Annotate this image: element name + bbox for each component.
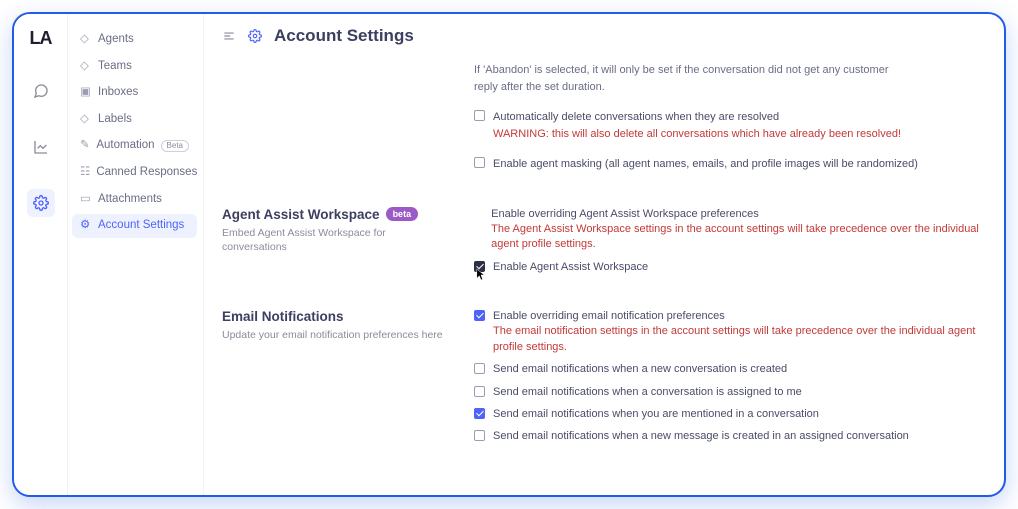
auto-delete-label: Automatically delete conversations when … <box>493 109 901 126</box>
sidebar-item-label: Account Settings <box>98 220 184 232</box>
sidebar-item-label: Canned Responses <box>96 167 197 179</box>
email-notifications-section: Email Notifications Update your email no… <box>222 275 986 445</box>
email-new-msg-checkbox[interactable] <box>474 430 485 441</box>
sidebar-item-label: Automation <box>96 140 154 152</box>
email-assigned-row: Send email notifications when a conversa… <box>474 385 986 400</box>
email-assigned-checkbox[interactable] <box>474 386 485 397</box>
teams-icon: ◇ <box>80 61 92 73</box>
sidebar-item-label: Agents <box>98 34 134 46</box>
header-gear-icon <box>248 29 262 43</box>
label-icon: ◇ <box>80 114 92 126</box>
sidebar-item-agents[interactable]: ◇ Agents <box>72 28 197 52</box>
auto-delete-warning: WARNING: this will also delete all conve… <box>493 126 901 143</box>
email-mention-checkbox[interactable] <box>474 408 485 419</box>
automation-icon: ✎ <box>80 140 90 152</box>
sidebar-item-account-settings[interactable]: ⚙ Account Settings <box>72 214 197 238</box>
aaw-enable-row: Enable Agent Assist Workspace <box>474 260 986 275</box>
aaw-enable-checkbox[interactable] <box>474 261 485 272</box>
email-override-checkbox[interactable] <box>474 310 485 321</box>
collapse-sidebar-icon[interactable] <box>222 29 236 43</box>
sidebar-item-label: Teams <box>98 61 132 73</box>
agents-icon: ◇ <box>80 34 92 46</box>
email-new-msg-label: Send email notifications when a new mess… <box>493 429 909 444</box>
sidebar-item-teams[interactable]: ◇ Teams <box>72 55 197 79</box>
sidebar-item-automation[interactable]: ✎ Automation Beta <box>72 134 197 158</box>
auto-delete-checkbox[interactable] <box>474 110 485 121</box>
main-header: Account Settings <box>204 14 1004 56</box>
aaw-override-label: Enable overriding Agent Assist Workspace… <box>491 207 986 222</box>
email-new-convo-label: Send email notifications when a new conv… <box>493 362 787 377</box>
agent-masking-checkbox[interactable] <box>474 157 485 168</box>
main-panel: Account Settings If 'Abandon' is selecte… <box>204 14 1004 495</box>
sidebar-item-inboxes[interactable]: ▣ Inboxes <box>72 81 197 105</box>
email-title: Email Notifications <box>222 309 450 324</box>
icon-rail: LA <box>14 14 68 495</box>
sidebar-item-labels[interactable]: ◇ Labels <box>72 108 197 132</box>
inbox-icon: ▣ <box>80 87 92 99</box>
settings-icon[interactable] <box>27 189 55 217</box>
agent-masking-option: Enable agent masking (all agent names, e… <box>474 156 986 173</box>
email-new-convo-checkbox[interactable] <box>474 363 485 374</box>
reports-icon[interactable] <box>27 133 55 161</box>
content-area: If 'Abandon' is selected, it will only b… <box>204 56 1004 495</box>
agent-assist-subtitle: Embed Agent Assist Workspace for convers… <box>222 226 450 255</box>
chat-icon[interactable] <box>27 77 55 105</box>
aaw-override-row: Enable overriding Agent Assist Workspace… <box>474 207 986 253</box>
beta-pill: Beta <box>161 140 189 152</box>
sidebar-item-canned[interactable]: ☷ Canned Responses <box>72 161 197 185</box>
sidebar-item-attachments[interactable]: ▭ Attachments <box>72 188 197 212</box>
folder-icon: ▭ <box>80 194 92 206</box>
email-new-msg-row: Send email notifications when a new mess… <box>474 429 986 444</box>
agent-assist-title: Agent Assist Workspace beta <box>222 207 450 222</box>
email-new-convo-row: Send email notifications when a new conv… <box>474 362 986 377</box>
agent-masking-label: Enable agent masking (all agent names, e… <box>493 156 918 173</box>
snippet-icon: ☷ <box>80 167 90 179</box>
email-override-warning: The email notification settings in the a… <box>493 324 986 355</box>
settings-sidebar: ◇ Agents ◇ Teams ▣ Inboxes ◇ Labels ✎ Au… <box>68 14 204 495</box>
email-mention-row: Send email notifications when you are me… <box>474 407 986 422</box>
email-mention-label: Send email notifications when you are me… <box>493 407 819 422</box>
beta-badge: beta <box>386 207 419 221</box>
abandon-help-text: If 'Abandon' is selected, it will only b… <box>474 56 986 95</box>
email-subtitle: Update your email notification preferenc… <box>222 328 450 343</box>
agent-assist-section: Agent Assist Workspace beta Embed Agent … <box>222 173 986 276</box>
sidebar-item-label: Inboxes <box>98 87 138 99</box>
aaw-override-warning: The Agent Assist Workspace settings in t… <box>491 222 986 253</box>
sidebar-item-label: Labels <box>98 114 132 126</box>
aaw-enable-label: Enable Agent Assist Workspace <box>493 260 648 275</box>
email-assigned-label: Send email notifications when a conversa… <box>493 385 802 400</box>
sidebar-item-label: Attachments <box>98 194 162 206</box>
email-override-row: Enable overriding email notification pre… <box>474 309 986 355</box>
logo: LA <box>30 28 52 49</box>
email-override-label: Enable overriding email notification pre… <box>493 309 986 324</box>
page-title: Account Settings <box>274 26 414 46</box>
auto-delete-option: Automatically delete conversations when … <box>474 109 986 142</box>
gear-icon: ⚙ <box>80 220 92 232</box>
